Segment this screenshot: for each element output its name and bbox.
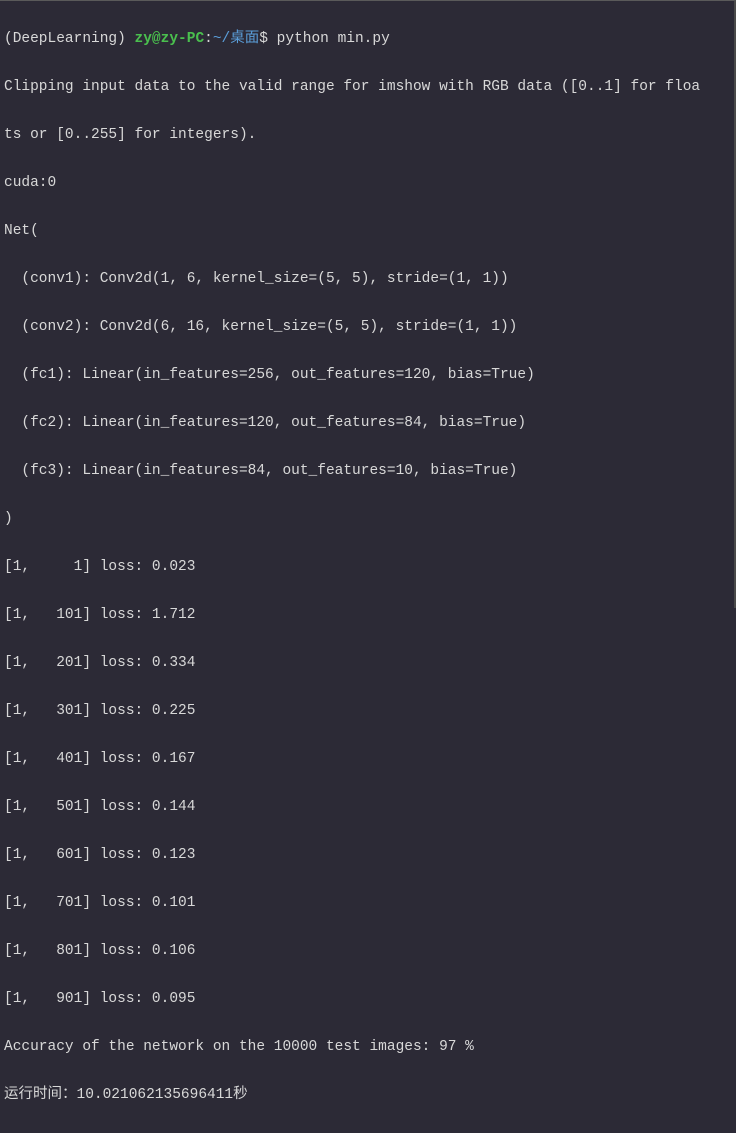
output-line: (fc2): Linear(in_features=120, out_featu… <box>4 411 730 435</box>
path-prefix: ~/ <box>213 31 230 47</box>
output-line: (fc1): Linear(in_features=256, out_featu… <box>4 363 730 387</box>
user-host: zy@zy-PC <box>135 31 205 47</box>
loss-line: [1, 701] loss: 0.101 <box>4 891 730 915</box>
command: python min.py <box>277 31 390 47</box>
loss-line: [1, 801] loss: 0.106 <box>4 939 730 963</box>
output-line: (conv2): Conv2d(6, 16, kernel_size=(5, 5… <box>4 315 730 339</box>
output-line: Clipping input data to the valid range f… <box>4 75 730 99</box>
loss-line: [1, 201] loss: 0.334 <box>4 651 730 675</box>
output-line: ts or [0..255] for integers). <box>4 123 730 147</box>
output-line: ) <box>4 507 730 531</box>
loss-line: [1, 401] loss: 0.167 <box>4 747 730 771</box>
terminal-output[interactable]: (DeepLearning) zy@zy-PC:~/桌面$ python min… <box>0 1 734 1133</box>
accuracy-line: Accuracy of the network on the 10000 tes… <box>4 1035 730 1059</box>
output-line: (fc3): Linear(in_features=84, out_featur… <box>4 459 730 483</box>
loss-line: [1, 101] loss: 1.712 <box>4 603 730 627</box>
path: 桌面 <box>230 31 259 47</box>
loss-line: [1, 1] loss: 0.023 <box>4 555 730 579</box>
runtime-line: 运行时间：10.021062135696411秒 <box>4 1083 730 1107</box>
output-line: (conv1): Conv2d(1, 6, kernel_size=(5, 5)… <box>4 267 730 291</box>
dollar: $ <box>259 31 276 47</box>
loss-line: [1, 601] loss: 0.123 <box>4 843 730 867</box>
loss-line: [1, 301] loss: 0.225 <box>4 699 730 723</box>
colon: : <box>204 31 213 47</box>
prompt-line: (DeepLearning) zy@zy-PC:~/桌面$ python min… <box>4 27 730 51</box>
output-line: Net( <box>4 219 730 243</box>
loss-line: [1, 501] loss: 0.144 <box>4 795 730 819</box>
output-line: cuda:0 <box>4 171 730 195</box>
loss-line: [1, 901] loss: 0.095 <box>4 987 730 1011</box>
env-prefix: (DeepLearning) <box>4 31 135 47</box>
